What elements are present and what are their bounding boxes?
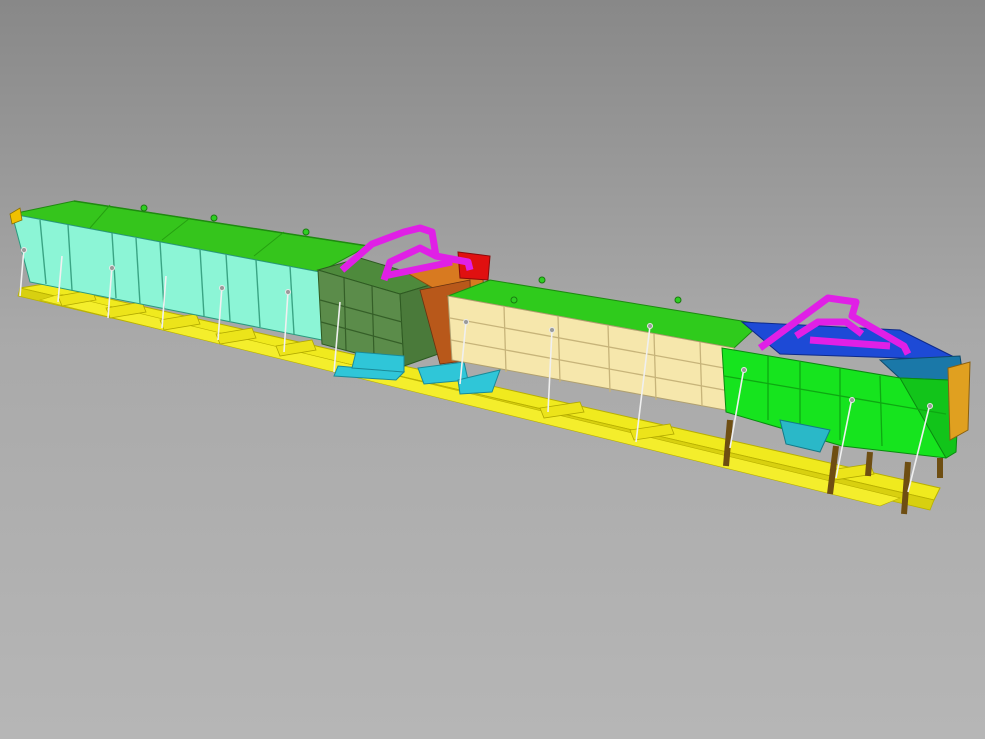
assembly-model-view bbox=[0, 0, 985, 739]
cad-viewport[interactable] bbox=[0, 0, 985, 739]
